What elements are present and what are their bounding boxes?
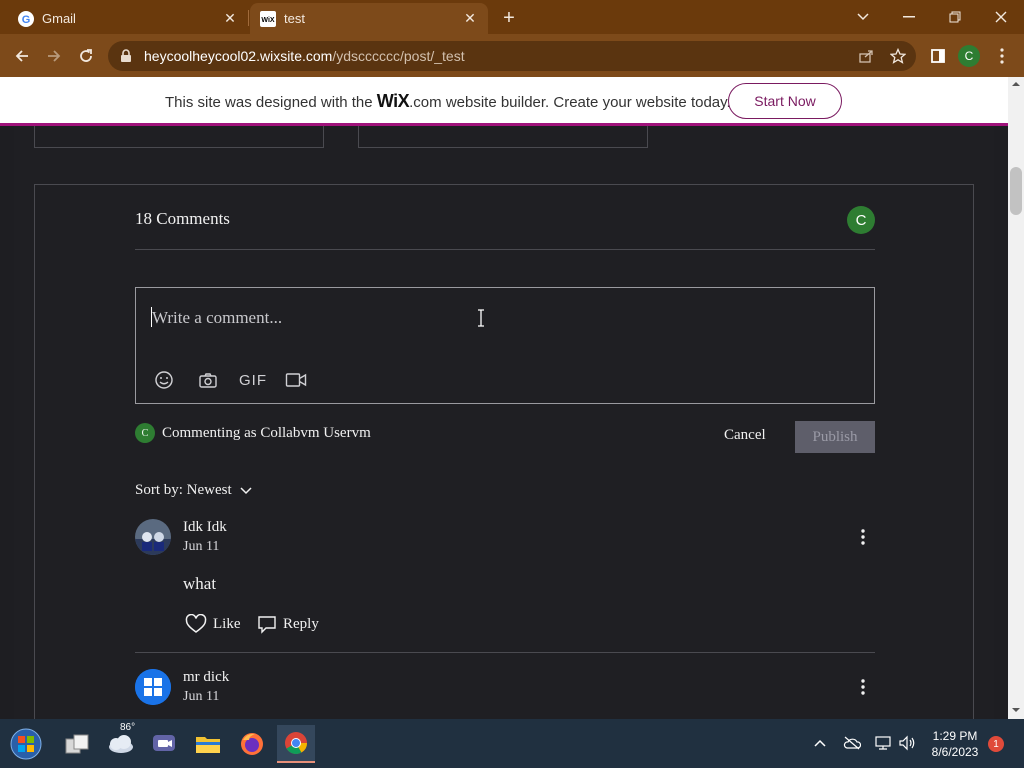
comment-editor[interactable]: Write a comment... GIF — [135, 287, 875, 404]
url-path: /ydscccccc/post/_test — [332, 48, 465, 64]
bookmark-star-icon[interactable] — [884, 42, 912, 70]
comments-count: 18 Comments — [135, 209, 230, 228]
windows-taskbar: 86° 1:29 PM 8/6/2023 1 — [0, 719, 1024, 768]
teams-chat-icon[interactable] — [145, 725, 183, 763]
clock-time: 1:29 PM — [932, 729, 978, 743]
window-close-icon[interactable] — [978, 4, 1024, 30]
close-icon[interactable]: ✕ — [462, 10, 478, 27]
profile-avatar[interactable]: C — [958, 45, 980, 67]
notification-badge[interactable]: 1 — [988, 736, 1004, 752]
wix-logo: WiX — [376, 91, 410, 111]
reply-label: Reply — [283, 615, 319, 632]
svg-text:WiX: WiX — [261, 17, 274, 24]
menu-kebab-icon[interactable] — [988, 42, 1016, 70]
avatar[interactable] — [135, 519, 171, 555]
video-icon[interactable] — [284, 368, 308, 392]
cancel-button[interactable]: Cancel — [724, 427, 766, 444]
address-bar[interactable]: heycoolheycool02.wixsite.com/ydscccccc/p… — [108, 41, 916, 71]
comment-input-placeholder[interactable]: Write a comment... — [152, 308, 282, 328]
comment-date: Jun 11 — [183, 689, 220, 704]
restore-icon[interactable] — [932, 4, 978, 30]
wix-banner: This site was designed with the WiX.com … — [0, 77, 1008, 126]
publish-button[interactable]: Publish — [795, 421, 875, 453]
banner-text: This site was designed with the WiX.com … — [165, 91, 731, 112]
camera-icon[interactable] — [196, 368, 220, 392]
banner-text-before: This site was designed with the — [165, 94, 373, 111]
tab-gmail[interactable]: G Gmail ✕ — [8, 3, 248, 34]
wix-icon: WiX — [260, 10, 276, 27]
tab-title: Gmail — [42, 11, 76, 26]
volume-icon[interactable] — [897, 733, 917, 753]
comment-date: Jun 11 — [183, 539, 220, 554]
firefox-icon[interactable] — [233, 725, 271, 763]
file-explorer-icon[interactable] — [189, 725, 227, 763]
banner-brand-suffix: .com — [409, 94, 442, 111]
tab-test[interactable]: WiX test ✕ — [250, 3, 488, 34]
reply-icon — [257, 614, 277, 634]
text-cursor-icon — [476, 309, 486, 327]
comment-item: Idk Idk Jun 11 what Like Reply — [135, 519, 875, 653]
task-view-icon[interactable] — [58, 725, 96, 763]
start-now-button[interactable]: Start Now — [728, 83, 842, 119]
clock-date: 8/6/2023 — [931, 745, 979, 759]
back-arrow-icon[interactable] — [8, 42, 36, 70]
network-icon[interactable] — [873, 733, 893, 753]
scroll-down-arrow-icon[interactable] — [1011, 707, 1021, 713]
minimize-icon[interactable] — [886, 4, 932, 30]
scroll-up-arrow-icon[interactable] — [1011, 81, 1021, 87]
browser-toolbar: heycoolheycool02.wixsite.com/ydscccccc/p… — [0, 34, 1024, 77]
new-tab-icon[interactable]: + — [498, 7, 520, 29]
user-avatar[interactable]: C — [847, 206, 875, 234]
scrollbar-thumb[interactable] — [1010, 167, 1022, 215]
divider — [135, 249, 875, 250]
url-host: heycoolheycool02.wixsite.com — [144, 48, 333, 64]
like-label: Like — [213, 615, 241, 632]
related-post-card[interactable] — [358, 126, 648, 148]
comment-author[interactable]: mr dick — [183, 669, 229, 686]
svg-text:G: G — [22, 14, 31, 26]
heart-icon — [185, 614, 207, 634]
comment-body: what — [183, 574, 217, 593]
like-button[interactable]: Like — [185, 614, 241, 634]
more-options-icon[interactable] — [853, 527, 873, 547]
smiley-icon[interactable] — [152, 368, 176, 392]
show-hidden-icons-chevron-icon[interactable] — [810, 733, 830, 753]
avatar[interactable] — [135, 669, 171, 705]
comments-section: 18 Comments C Write a comment... GIF C C… — [34, 184, 974, 744]
tab-search-icon[interactable] — [840, 4, 886, 30]
sort-label: Sort by: Newest — [135, 482, 232, 498]
mini-avatar: C — [135, 423, 155, 443]
comment-author[interactable]: Idk Idk — [183, 519, 227, 536]
page-content: 18 Comments C Write a comment... GIF C C… — [14, 126, 994, 744]
chrome-icon[interactable] — [277, 725, 315, 763]
browser-tab-strip: G Gmail ✕ WiX test ✕ + — [0, 0, 1024, 34]
system-clock[interactable]: 1:29 PM 8/6/2023 — [920, 728, 990, 760]
banner-text-after: website builder. Create your website tod… — [445, 94, 731, 111]
gif-icon[interactable]: GIF — [238, 368, 268, 392]
close-icon[interactable]: ✕ — [222, 10, 238, 27]
lock-icon[interactable] — [120, 49, 134, 63]
tab-divider — [248, 10, 249, 26]
onedrive-offline-icon[interactable] — [842, 733, 862, 753]
reply-button[interactable]: Reply — [257, 614, 319, 634]
more-options-icon[interactable] — [853, 677, 873, 697]
related-post-card[interactable] — [34, 126, 324, 148]
google-g-icon: G — [18, 10, 34, 27]
forward-arrow-icon[interactable] — [40, 42, 68, 70]
chevron-down-icon — [240, 486, 252, 495]
commenting-as-text: Commenting as Collabvm Uservm — [162, 424, 371, 441]
divider — [135, 652, 875, 653]
reload-icon[interactable] — [72, 42, 100, 70]
weather-widget[interactable]: 86° — [102, 722, 140, 763]
side-panel-icon[interactable] — [924, 42, 952, 70]
start-button-icon[interactable] — [7, 725, 45, 763]
share-icon[interactable] — [852, 42, 880, 70]
sort-dropdown[interactable]: Sort by: Newest — [135, 482, 252, 499]
weather-temp: 86° — [120, 722, 136, 733]
commenting-as: C Commenting as Collabvm Uservm — [135, 423, 371, 443]
tab-title: test — [284, 11, 305, 26]
